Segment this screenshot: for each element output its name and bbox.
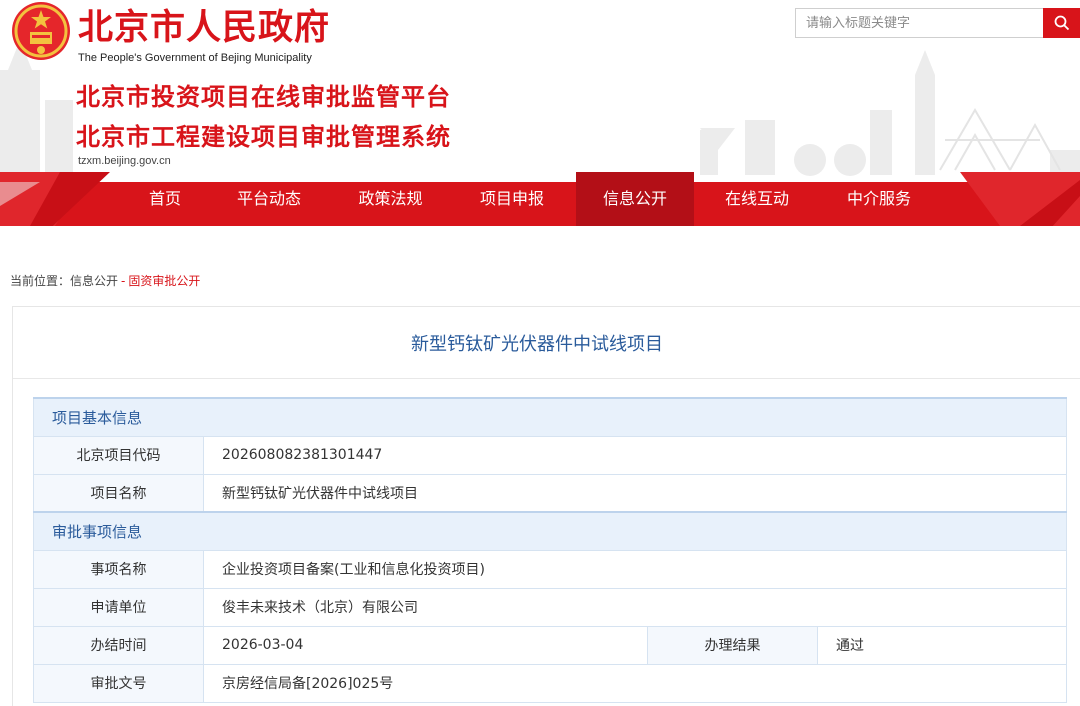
nav-item-platform-news[interactable]: 平台动态	[205, 172, 333, 226]
page-title: 新型钙钛矿光伏器件中试线项目	[13, 307, 1080, 379]
approval-item-value: 企业投资项目备案(工业和信息化投资项目)	[203, 549, 1067, 589]
gov-name: 北京市人民政府	[78, 8, 331, 48]
breadcrumb: 当前位置：信息公开 - 固资审批公开	[10, 272, 200, 289]
table-row: 北京项目代码 202608082381301447	[33, 435, 1067, 475]
section-approval-info: 审批事项信息	[33, 511, 1067, 551]
table-row: 审批文号 京房经信局备[2026]025号	[33, 663, 1067, 703]
project-code-value: 202608082381301447	[203, 435, 1067, 475]
field-label: 办结时间	[33, 625, 204, 665]
table-row: 办结时间 2026-03-04 办理结果 通过	[33, 625, 1067, 665]
field-label: 项目名称	[33, 473, 204, 513]
nav-item-agency-services[interactable]: 中介服务	[820, 172, 938, 226]
nav-item-project-declaration[interactable]: 项目申报	[448, 172, 576, 226]
system-title-construction: 北京市工程建设项目审批管理系统	[76, 123, 451, 151]
breadcrumb-parent-link[interactable]: 信息公开	[70, 274, 118, 288]
national-emblem-icon	[12, 2, 70, 60]
search-input[interactable]	[795, 8, 1043, 38]
field-label: 申请单位	[33, 587, 204, 627]
search-icon	[1054, 15, 1069, 31]
approval-doc-number-value: 京房经信局备[2026]025号	[203, 663, 1067, 703]
table-row: 事项名称 企业投资项目备案(工业和信息化投资项目)	[33, 549, 1067, 589]
site-domain: tzxm.beijing.gov.cn	[78, 155, 171, 167]
result-value: 通过	[817, 625, 1067, 665]
nav-item-online-interaction[interactable]: 在线互动	[694, 172, 820, 226]
gov-name-english: The People's Government of Bejing Munici…	[78, 52, 312, 64]
site-header: 北京市人民政府 The People's Government of Bejin…	[0, 0, 1080, 240]
nav-item-policies[interactable]: 政策法规	[333, 172, 448, 226]
table-row: 申请单位 俊丰未来技术（北京）有限公司	[33, 587, 1067, 627]
search-bar	[795, 8, 1080, 38]
breadcrumb-separator: -	[121, 274, 126, 288]
breadcrumb-prefix: 当前位置：	[10, 274, 71, 288]
completion-date-value: 2026-03-04	[203, 625, 648, 665]
field-label: 事项名称	[33, 549, 204, 589]
section-header: 审批事项信息	[33, 511, 1067, 551]
main-nav: 首页 平台动态 政策法规 项目申报 信息公开 在线互动 中介服务	[125, 172, 938, 226]
field-label: 审批文号	[33, 663, 204, 703]
applicant-value: 俊丰未来技术（北京）有限公司	[203, 587, 1067, 627]
section-basic-info: 项目基本信息	[33, 397, 1067, 437]
field-label: 北京项目代码	[33, 435, 204, 475]
system-title-investment: 北京市投资项目在线审批监管平台	[76, 83, 451, 111]
nav-item-home[interactable]: 首页	[125, 172, 205, 226]
project-name-value: 新型钙钛矿光伏器件中试线项目	[203, 473, 1067, 513]
field-label: 办理结果	[647, 625, 818, 665]
nav-item-info-disclosure[interactable]: 信息公开	[576, 172, 694, 226]
section-header: 项目基本信息	[33, 397, 1067, 437]
search-button[interactable]	[1043, 8, 1080, 38]
table-row: 项目名称 新型钙钛矿光伏器件中试线项目	[33, 473, 1067, 513]
project-info-table: 项目基本信息 北京项目代码 202608082381301447 项目名称 新型…	[33, 397, 1067, 703]
breadcrumb-current-link[interactable]: 固资审批公开	[128, 274, 200, 288]
